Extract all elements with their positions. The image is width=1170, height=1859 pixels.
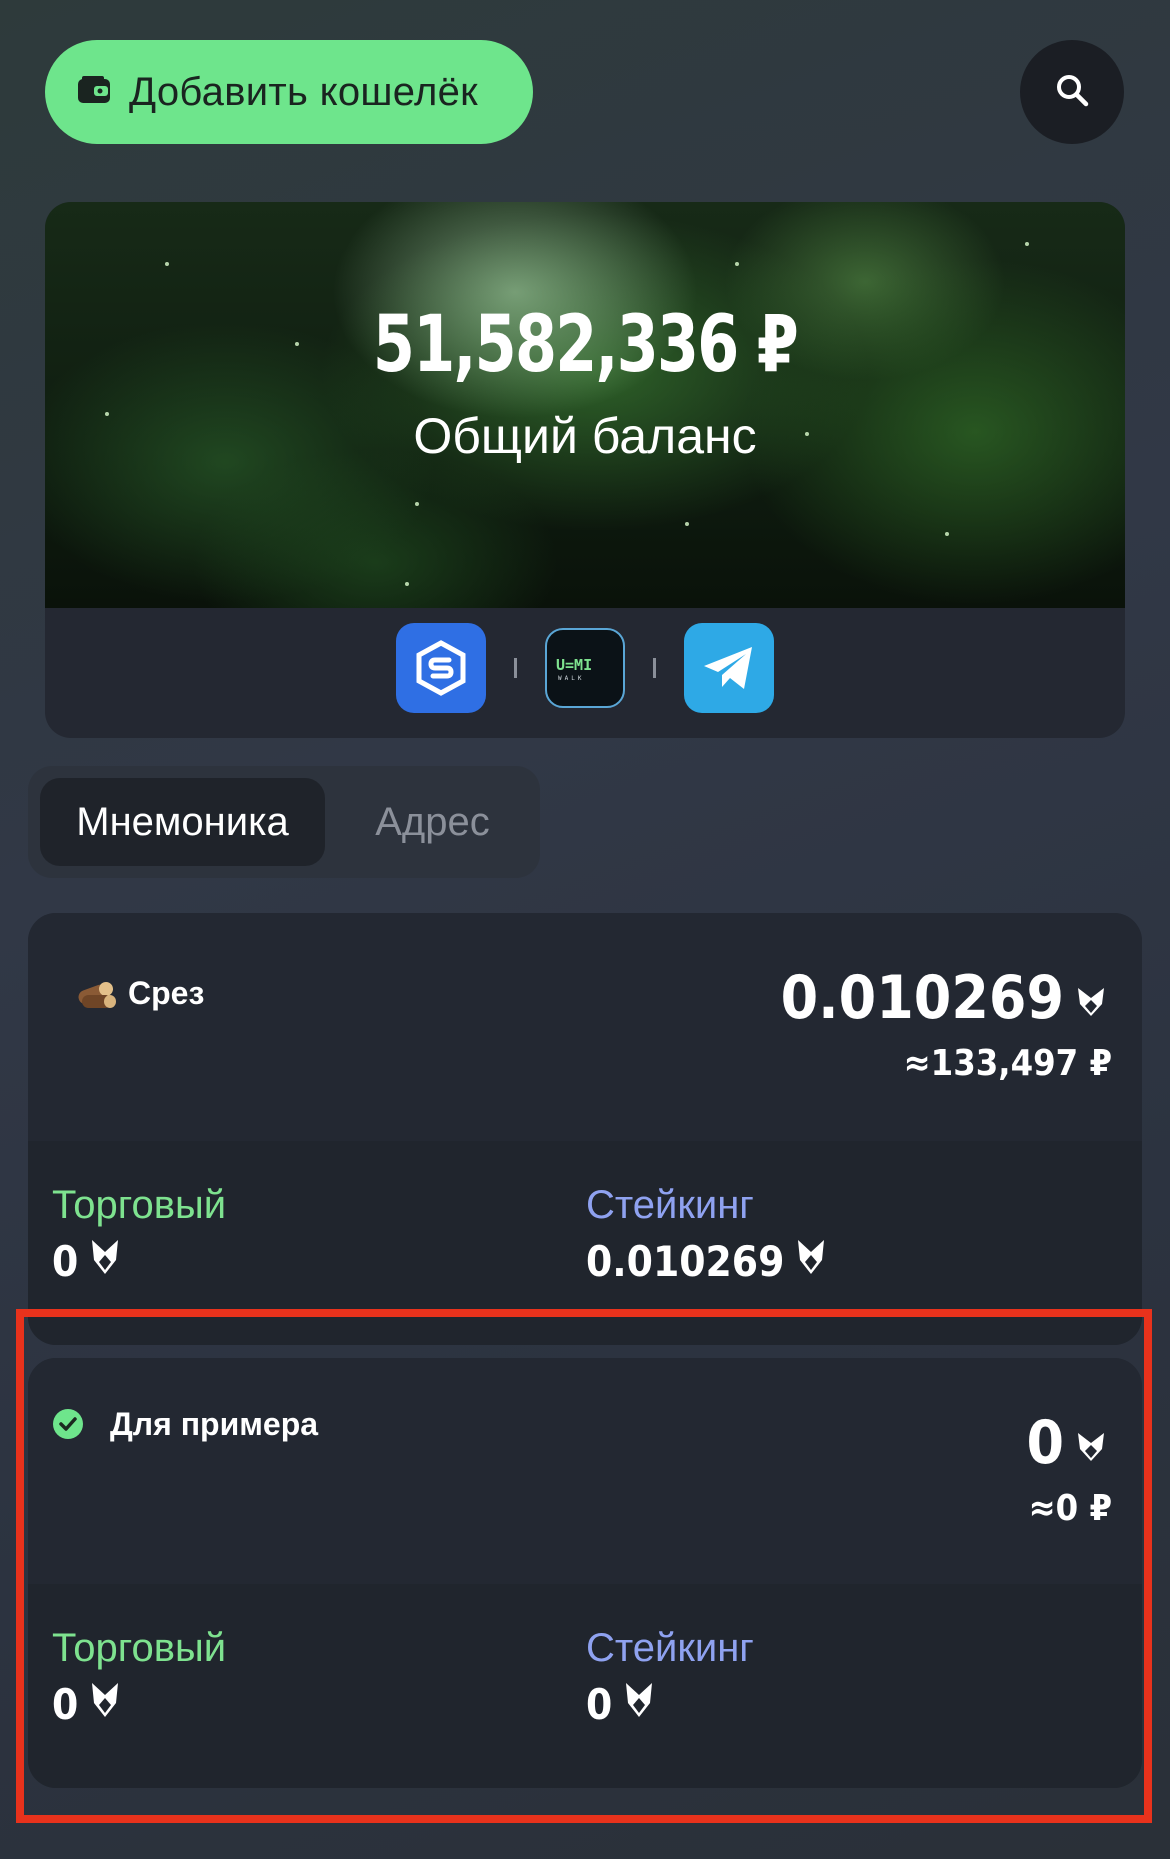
fox-token-icon	[90, 1237, 120, 1286]
separator	[514, 658, 517, 678]
wallet-amount: 0.010269	[781, 963, 1106, 1033]
total-balance-card: 51,582,336 ₽ Общий баланс U=MI WALK	[45, 202, 1125, 738]
apps-row: U=MI WALK	[45, 622, 1125, 714]
trading-label: Торговый	[52, 1626, 227, 1670]
search-button[interactable]	[1020, 40, 1124, 144]
wallet-fiat-value: ≈0 ₽	[1028, 1488, 1112, 1529]
wallet-amount: 0	[1026, 1408, 1106, 1478]
wallet-fiat-value: ≈133,497 ₽	[903, 1043, 1112, 1084]
staking-value: 0	[586, 1680, 654, 1729]
trading-value-text: 0	[52, 1237, 79, 1286]
fox-token-icon	[90, 1680, 120, 1729]
check-circle-icon	[52, 1408, 84, 1445]
fox-token-icon	[1076, 963, 1106, 1033]
total-balance-amount: 51,582,336 ₽	[372, 300, 799, 390]
tab-address[interactable]: Адрес	[335, 778, 530, 866]
telegram-app-icon[interactable]	[684, 623, 774, 713]
total-balance-label: Общий баланс	[413, 408, 757, 464]
fox-token-icon	[1076, 1408, 1106, 1478]
fox-token-icon	[624, 1680, 654, 1729]
trading-value: 0	[52, 1237, 120, 1286]
tab-mnemonic[interactable]: Мнемоника	[40, 778, 325, 866]
staking-label: Стейкинг	[586, 1626, 754, 1670]
sweat-app-icon[interactable]	[396, 623, 486, 713]
wallet-icon	[77, 75, 111, 110]
wallet-card[interactable]: Для примера 0 ≈0 ₽ Торговый 0 Стейкинг 0	[28, 1358, 1142, 1788]
trading-value: 0	[52, 1680, 120, 1729]
wallet-type-tabs: Мнемоника Адрес	[28, 766, 540, 878]
trading-value-text: 0	[52, 1680, 79, 1729]
staking-value: 0.010269	[586, 1237, 826, 1286]
ummi-walk-app-icon[interactable]: U=MI WALK	[545, 628, 625, 708]
banner-background-image: 51,582,336 ₽ Общий баланс	[45, 202, 1125, 608]
add-wallet-button[interactable]: Добавить кошелёк	[45, 40, 533, 144]
logs-emoji-icon	[74, 971, 116, 1018]
trading-label: Торговый	[52, 1183, 227, 1227]
staking-value-text: 0.010269	[586, 1237, 785, 1286]
fox-token-icon	[796, 1237, 826, 1286]
wallet-name: Срез	[128, 975, 205, 1011]
staking-value-text: 0	[586, 1680, 613, 1729]
svg-text:WALK: WALK	[558, 675, 584, 682]
wallet-amount-value: 0	[1026, 1408, 1064, 1478]
wallet-card[interactable]: Срез 0.010269 ≈133,497 ₽ Торговый 0 Стей…	[28, 913, 1142, 1345]
wallet-name: Для примера	[110, 1406, 319, 1442]
search-icon	[1054, 72, 1090, 113]
wallet-amount-value: 0.010269	[780, 963, 1064, 1033]
svg-text:U=MI: U=MI	[556, 656, 592, 674]
add-wallet-label: Добавить кошелёк	[129, 69, 478, 114]
separator	[653, 658, 656, 678]
staking-label: Стейкинг	[586, 1183, 754, 1227]
